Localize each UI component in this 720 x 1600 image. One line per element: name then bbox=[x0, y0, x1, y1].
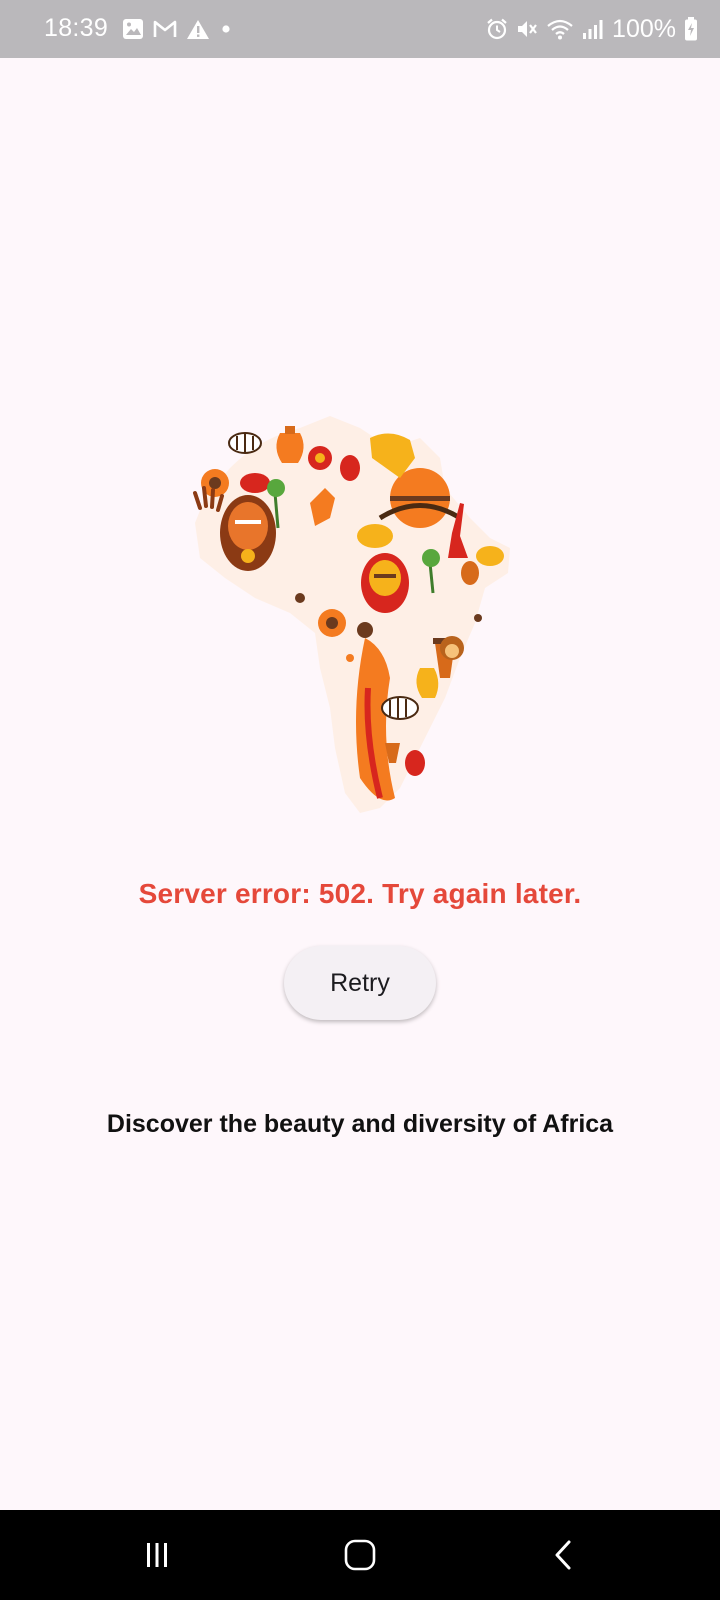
notification-icons bbox=[122, 18, 233, 40]
dot-icon bbox=[222, 25, 230, 33]
warning-icon bbox=[187, 19, 209, 39]
home-icon bbox=[344, 1539, 376, 1571]
error-message: Server error: 502. Try again later. bbox=[138, 878, 582, 909]
home-button[interactable] bbox=[330, 1530, 390, 1580]
retry-button[interactable]: Retry bbox=[284, 946, 436, 1020]
battery-charging-icon bbox=[685, 17, 697, 41]
africa-map-logo bbox=[193, 416, 510, 813]
mute-icon bbox=[518, 21, 537, 37]
image-icon bbox=[123, 19, 143, 39]
wifi-icon bbox=[547, 19, 573, 40]
back-button[interactable] bbox=[533, 1530, 593, 1580]
status-bar: 18:39 100% bbox=[0, 0, 720, 58]
alarm-icon bbox=[487, 18, 507, 40]
back-icon bbox=[555, 1540, 571, 1570]
signal-icon bbox=[583, 20, 603, 39]
tagline: Discover the beauty and diversity of Afr… bbox=[106, 1110, 614, 1138]
main-content: Server error: 502. Try again later. Retr… bbox=[0, 58, 720, 1510]
status-time: 18:39 bbox=[44, 14, 109, 42]
battery-percentage: 100% bbox=[612, 15, 676, 43]
gmail-icon bbox=[153, 20, 177, 37]
navigation-bar bbox=[0, 1510, 720, 1600]
recents-icon bbox=[147, 1543, 167, 1567]
system-icons: 100% bbox=[486, 14, 698, 44]
recents-button[interactable] bbox=[127, 1530, 187, 1580]
